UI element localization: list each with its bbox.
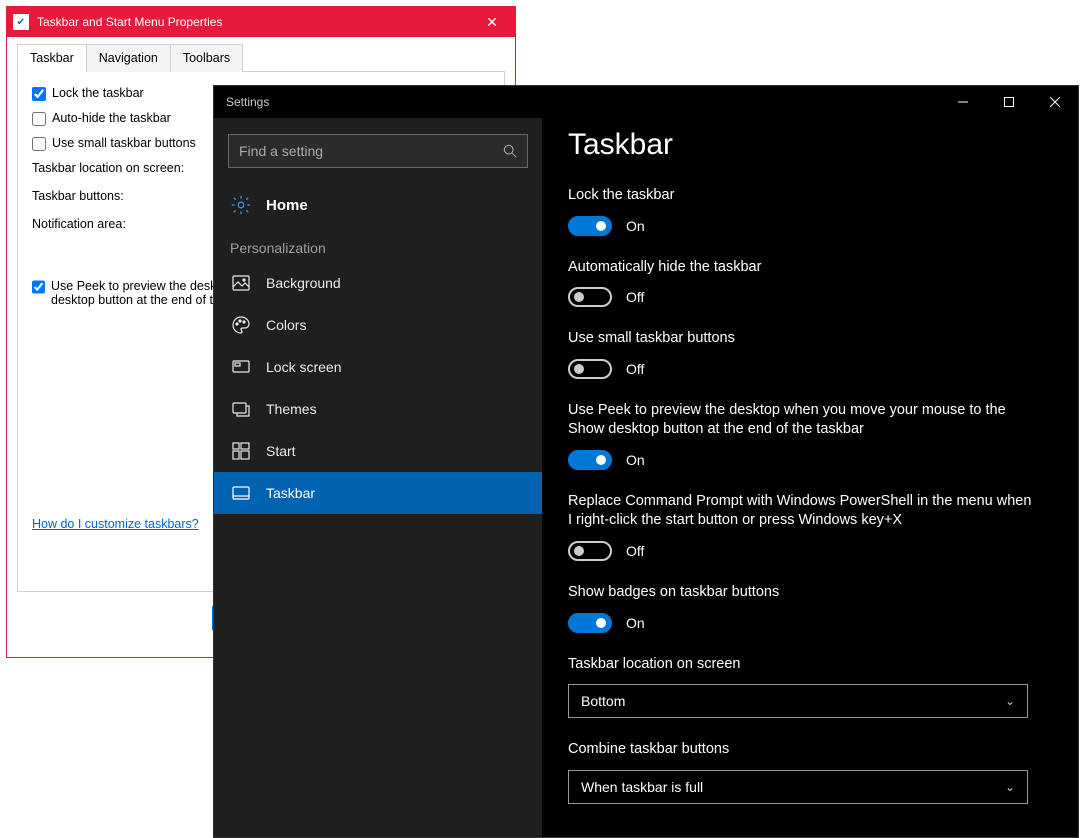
close-icon bbox=[1050, 97, 1060, 107]
sidebar-item-label: Lock screen bbox=[266, 359, 341, 375]
themes-icon bbox=[232, 400, 250, 418]
sidebar-section-label: Personalization bbox=[214, 230, 542, 262]
sidebar-item-lockscreen[interactable]: Lock screen bbox=[214, 346, 542, 388]
setting-badges-label: Show badges on taskbar buttons bbox=[568, 583, 1038, 603]
setting-peek-label: Use Peek to preview the desktop when you… bbox=[568, 401, 1038, 440]
small-toggle-text: Off bbox=[626, 361, 644, 377]
setting-combine-label: Combine taskbar buttons bbox=[568, 740, 1038, 760]
setting-location-label: Taskbar location on screen bbox=[568, 655, 1038, 675]
legacy-help-link[interactable]: How do I customize taskbars? bbox=[32, 517, 199, 531]
lock-toggle-text: On bbox=[626, 218, 645, 234]
sidebar-item-label: Colors bbox=[266, 317, 306, 333]
legacy-autohide-checkbox[interactable] bbox=[32, 112, 46, 126]
setting-badges: Show badges on taskbar buttons On bbox=[568, 583, 1052, 633]
powershell-toggle-text: Off bbox=[626, 543, 644, 559]
autohide-toggle-text: Off bbox=[626, 289, 644, 305]
maximize-button[interactable] bbox=[986, 86, 1032, 118]
location-select-value: Bottom bbox=[581, 693, 625, 709]
settings-sidebar: Find a setting Home Personalization Back… bbox=[214, 118, 542, 837]
sidebar-item-themes[interactable]: Themes bbox=[214, 388, 542, 430]
settings-titlebar[interactable]: Settings bbox=[214, 86, 1078, 118]
maximize-icon bbox=[1004, 97, 1014, 107]
legacy-smallbtn-label: Use small taskbar buttons bbox=[52, 136, 196, 150]
peek-toggle-text: On bbox=[626, 452, 645, 468]
setting-small: Use small taskbar buttons Off bbox=[568, 329, 1052, 379]
small-toggle[interactable] bbox=[568, 359, 612, 379]
close-button[interactable] bbox=[1032, 86, 1078, 118]
powershell-toggle[interactable] bbox=[568, 541, 612, 561]
combine-select-value: When taskbar is full bbox=[581, 779, 703, 795]
legacy-peek-checkbox[interactable] bbox=[32, 280, 45, 294]
sidebar-item-label: Background bbox=[266, 275, 341, 291]
legacy-autohide-label: Auto-hide the taskbar bbox=[52, 111, 171, 125]
autohide-toggle[interactable] bbox=[568, 287, 612, 307]
palette-icon bbox=[232, 316, 250, 334]
search-icon bbox=[503, 144, 517, 158]
setting-small-label: Use small taskbar buttons bbox=[568, 329, 1038, 349]
sidebar-item-colors[interactable]: Colors bbox=[214, 304, 542, 346]
setting-location: Taskbar location on screen Bottom ⌄ bbox=[568, 655, 1052, 719]
chevron-down-icon: ⌄ bbox=[1005, 780, 1015, 794]
sidebar-home-label: Home bbox=[266, 197, 308, 214]
start-grid-icon bbox=[232, 442, 250, 460]
legacy-titlebar[interactable]: ✔ Taskbar and Start Menu Properties ✕ bbox=[7, 7, 515, 37]
setting-autohide: Automatically hide the taskbar Off bbox=[568, 258, 1052, 308]
setting-powershell: Replace Command Prompt with Windows Powe… bbox=[568, 492, 1052, 561]
setting-autohide-label: Automatically hide the taskbar bbox=[568, 258, 1038, 278]
minimize-button[interactable] bbox=[940, 86, 986, 118]
sidebar-item-taskbar[interactable]: Taskbar bbox=[214, 472, 542, 514]
legacy-tabstrip: Taskbar Navigation Toolbars bbox=[17, 43, 505, 72]
badges-toggle[interactable] bbox=[568, 613, 612, 633]
legacy-tab-taskbar[interactable]: Taskbar bbox=[17, 44, 87, 72]
legacy-close-button[interactable]: ✕ bbox=[469, 7, 515, 37]
setting-lock: Lock the taskbar On bbox=[568, 186, 1052, 236]
setting-combine: Combine taskbar buttons When taskbar is … bbox=[568, 740, 1052, 804]
legacy-titlebar-icon: ✔ bbox=[13, 14, 29, 30]
legacy-tab-navigation[interactable]: Navigation bbox=[86, 44, 171, 72]
chevron-down-icon: ⌄ bbox=[1005, 694, 1015, 708]
legacy-title-text: Taskbar and Start Menu Properties bbox=[37, 15, 222, 29]
badges-toggle-text: On bbox=[626, 615, 645, 631]
settings-title-text: Settings bbox=[226, 95, 269, 109]
lockscreen-icon bbox=[232, 358, 250, 376]
legacy-lock-checkbox[interactable] bbox=[32, 87, 46, 101]
lock-toggle[interactable] bbox=[568, 216, 612, 236]
settings-main: Taskbar Lock the taskbar On Automaticall… bbox=[542, 118, 1078, 837]
combine-select[interactable]: When taskbar is full ⌄ bbox=[568, 770, 1028, 804]
minimize-icon bbox=[958, 97, 968, 107]
gear-icon bbox=[230, 194, 252, 216]
setting-lock-label: Lock the taskbar bbox=[568, 186, 1038, 206]
sidebar-item-label: Themes bbox=[266, 401, 317, 417]
sidebar-item-start[interactable]: Start bbox=[214, 430, 542, 472]
search-placeholder: Find a setting bbox=[239, 143, 323, 159]
settings-window: Settings Find a setting Hom bbox=[213, 85, 1079, 838]
page-title: Taskbar bbox=[568, 128, 1052, 162]
location-select[interactable]: Bottom ⌄ bbox=[568, 684, 1028, 718]
legacy-smallbtn-checkbox[interactable] bbox=[32, 137, 46, 151]
setting-peek: Use Peek to preview the desktop when you… bbox=[568, 401, 1052, 470]
search-input[interactable]: Find a setting bbox=[228, 134, 528, 168]
setting-powershell-label: Replace Command Prompt with Windows Powe… bbox=[568, 492, 1038, 531]
sidebar-home[interactable]: Home bbox=[214, 186, 542, 230]
taskbar-icon bbox=[232, 484, 250, 502]
sidebar-item-label: Start bbox=[266, 443, 296, 459]
legacy-tab-toolbars[interactable]: Toolbars bbox=[170, 44, 243, 72]
picture-icon bbox=[232, 274, 250, 292]
sidebar-item-background[interactable]: Background bbox=[214, 262, 542, 304]
sidebar-item-label: Taskbar bbox=[266, 485, 315, 501]
peek-toggle[interactable] bbox=[568, 450, 612, 470]
legacy-lock-label: Lock the taskbar bbox=[52, 86, 144, 100]
